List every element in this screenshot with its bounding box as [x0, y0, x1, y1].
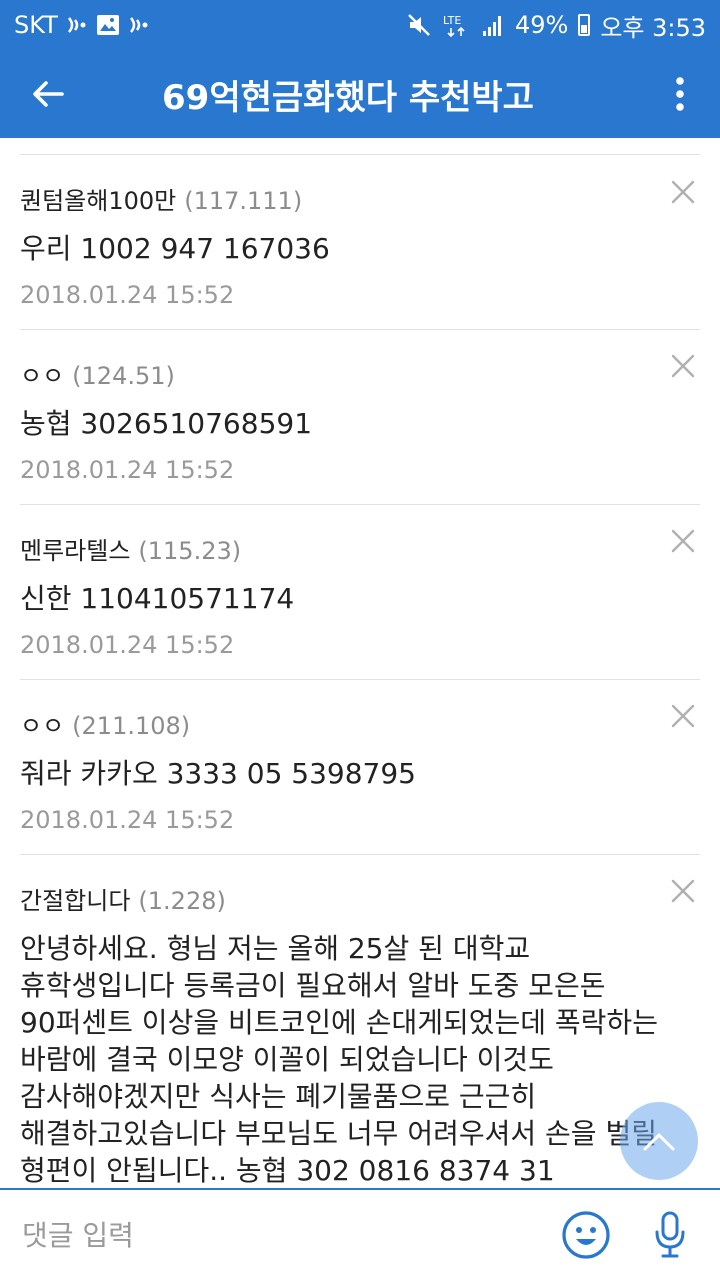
comment-text-line: 안녕하세요. 형님 저는 올해 25살 된 대학교 [20, 932, 531, 965]
comment-date: 2018.01.24 15:52 [20, 631, 235, 659]
comment-input-bar [0, 1188, 720, 1280]
app-bar: 69억현금화했다 추천박고 [0, 50, 720, 138]
delete-comment-button[interactable] [666, 874, 700, 908]
status-bar: SKT LTE 49% 오후 3:53 [0, 0, 720, 50]
comment-item: ㅇㅇ (211.108) 줘라 카카오 3333 05 5398795 2018… [20, 679, 700, 834]
comment-date: 2018.01.24 15:52 [20, 281, 235, 309]
delete-comment-button[interactable] [666, 699, 700, 733]
comment-text-line: 바람에 결국 이모양 이꼴이 되었습니다 이것도 [20, 1043, 554, 1076]
battery-percent: 49% [514, 11, 569, 39]
emoji-button[interactable] [558, 1207, 614, 1263]
comment-text-line: 해결하고있습니다 부모님도 너무 어려우셔서 손을 벌릴 [20, 1117, 657, 1150]
comment-author[interactable]: 퀀텀올해100만 [20, 181, 176, 216]
more-options-button[interactable] [640, 50, 720, 138]
divider [20, 329, 700, 330]
scroll-to-top-button[interactable] [620, 1102, 698, 1180]
back-button[interactable] [0, 50, 96, 138]
close-icon [671, 704, 695, 728]
page-title: 69억현금화했다 추천박고 [162, 77, 534, 118]
wifi-call-icon [128, 13, 150, 37]
comment-text-line: 90퍼센트 이상을 비트코인에 손대게되었는데 폭락하는 [20, 1006, 658, 1039]
clock: 오후 3:53 [600, 13, 706, 42]
comment-ip: (124.51) [72, 362, 175, 390]
comment-date: 2018.01.24 15:52 [20, 456, 235, 484]
comment-ip: (115.23) [138, 537, 242, 565]
comment-list[interactable]: 퀀텀올해100만 (117.111) 우리 1002 947 167036 20… [0, 138, 720, 1188]
close-icon [671, 879, 695, 903]
divider [20, 854, 700, 855]
wifi-call-icon [66, 13, 88, 37]
comment-text: 줘라 카카오 3333 05 5398795 [20, 757, 416, 790]
close-icon [671, 529, 695, 553]
comment-author[interactable]: ㅇㅇ [20, 356, 64, 391]
comment-text-line: 형편이 안됩니다.. 농협 302 0816 8374 31 [20, 1154, 555, 1187]
svg-text:LTE: LTE [443, 14, 461, 27]
mute-icon [407, 13, 433, 37]
comment-text: 농협 3026510768591 [20, 407, 313, 440]
signal-icon [481, 13, 505, 37]
comment-author[interactable]: 멘루라텔스 [20, 531, 130, 566]
delete-comment-button[interactable] [666, 524, 700, 558]
comment-input[interactable] [0, 1191, 558, 1279]
divider [20, 679, 700, 680]
comment-author[interactable]: ㅇㅇ [20, 706, 64, 741]
comment-text: 신한 110410571174 [20, 582, 295, 615]
comment-item: 퀀텀올해100만 (117.111) 우리 1002 947 167036 20… [20, 155, 700, 309]
delete-comment-button[interactable] [666, 349, 700, 383]
comment-text: 우리 1002 947 167036 [20, 232, 330, 265]
divider [20, 504, 700, 505]
microphone-icon [655, 1211, 685, 1258]
close-icon [671, 354, 695, 378]
close-icon [671, 180, 695, 204]
comment-item: 간절합니다 (1.228) 안녕하세요. 형님 저는 올해 25살 된 대학교 … [20, 854, 700, 1188]
comment-author[interactable]: 간절합니다 [20, 881, 130, 916]
comment-item: 멘루라텔스 (115.23) 신한 110410571174 2018.01.2… [20, 504, 700, 659]
chevron-up-icon [643, 1133, 675, 1151]
image-icon [96, 14, 120, 36]
emoji-icon [562, 1211, 610, 1259]
comment-ip: (1.228) [138, 887, 226, 915]
comment-date: 2018.01.24 15:52 [20, 806, 235, 834]
more-vert-icon [676, 77, 684, 111]
comment-ip: (211.108) [72, 712, 191, 740]
lte-icon: LTE [443, 12, 471, 38]
arrow-left-icon [33, 81, 64, 107]
voice-input-button[interactable] [648, 1207, 692, 1263]
delete-comment-button[interactable] [666, 175, 700, 209]
comment-text-line: 휴학생입니다 등록금이 필요해서 알바 도중 모은돈 [20, 969, 606, 1002]
battery-icon [578, 14, 591, 36]
carrier-label: SKT [14, 11, 58, 39]
comment-text-line: 감사해야겠지만 식사는 폐기물품으로 근근히 [20, 1080, 537, 1113]
comment-item: ㅇㅇ (124.51) 농협 3026510768591 2018.01.24 … [20, 329, 700, 484]
comment-ip: (117.111) [184, 187, 303, 215]
comment-text: 안녕하세요. 형님 저는 올해 25살 된 대학교 휴학생입니다 등록금이 필요… [20, 930, 700, 1188]
